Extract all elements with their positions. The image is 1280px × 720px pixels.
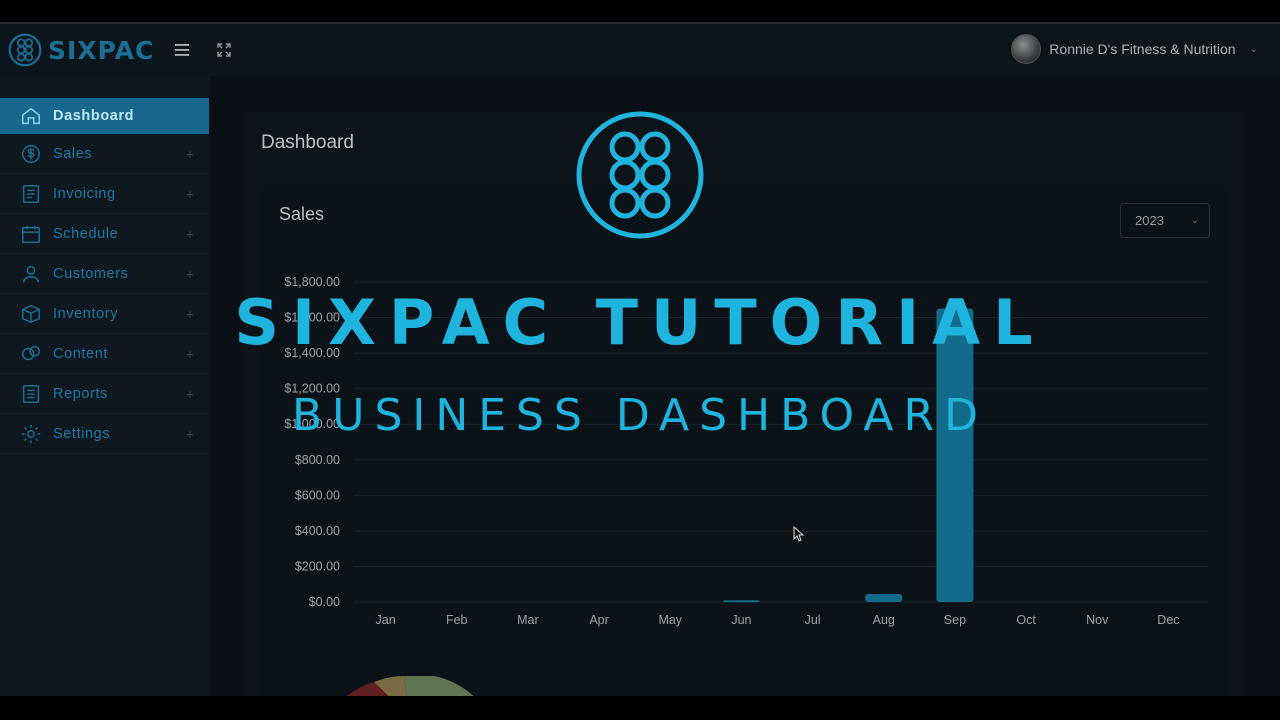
sidebar-item-content[interactable]: Content + bbox=[0, 334, 209, 374]
expand-icon[interactable] bbox=[214, 40, 234, 60]
sidebar-item-invoicing[interactable]: Invoicing + bbox=[0, 174, 209, 214]
y-tick-label: $200.00 bbox=[295, 559, 340, 573]
expand-plus-icon[interactable]: + bbox=[186, 306, 194, 322]
x-tick-label: Feb bbox=[446, 613, 468, 627]
report-icon bbox=[22, 384, 40, 403]
page-title: Dashboard bbox=[261, 132, 354, 153]
y-tick-label: $1,600.00 bbox=[284, 311, 340, 325]
chevron-down-icon: ⌄ bbox=[1249, 43, 1258, 55]
x-tick-label: Jun bbox=[731, 613, 751, 627]
invoice-icon bbox=[22, 184, 40, 203]
x-tick-label: Sep bbox=[944, 613, 966, 627]
brand-name: SIXPAC bbox=[48, 35, 155, 65]
x-tick-label: Nov bbox=[1086, 613, 1109, 627]
sidebar-item-inventory[interactable]: Inventory + bbox=[0, 294, 209, 334]
y-tick-label: $600.00 bbox=[295, 488, 340, 502]
x-tick-label: Oct bbox=[1016, 613, 1036, 627]
x-tick-label: Apr bbox=[589, 613, 608, 627]
home-icon bbox=[22, 107, 40, 125]
expand-plus-icon[interactable]: + bbox=[186, 386, 194, 402]
app-window: SIXPAC Ronnie D's Fitness & Nutrition ⌄ … bbox=[0, 22, 1280, 696]
sidebar-item-label: Settings bbox=[53, 425, 111, 442]
calendar-icon bbox=[22, 225, 40, 243]
sidebar-item-label: Content bbox=[53, 345, 108, 362]
pie-chart-partial bbox=[347, 676, 474, 696]
sixpac-logo-icon bbox=[8, 33, 42, 67]
sales-panel: Sales 2023 ⌄ $0.00 $200.00 $400.00 $600.00 $… bbox=[260, 186, 1228, 696]
user-menu[interactable]: Ronnie D's Fitness & Nutrition ⌄ bbox=[1011, 34, 1258, 64]
expand-plus-icon[interactable]: + bbox=[186, 346, 194, 362]
sidebar-item-label: Sales bbox=[53, 145, 93, 162]
main-content: Dashboard Sales 2023 ⌄ $0.00 $200.00 $400.… bbox=[209, 76, 1280, 696]
x-tick-label: Jan bbox=[376, 613, 396, 627]
y-tick-label: $1,400.00 bbox=[284, 346, 340, 360]
sidebar-item-schedule[interactable]: Schedule + bbox=[0, 214, 209, 254]
bar-jun[interactable] bbox=[722, 600, 760, 603]
user-icon bbox=[22, 265, 40, 282]
y-tick-label: $0.00 bbox=[309, 595, 340, 609]
x-tick-label: May bbox=[658, 613, 682, 627]
avatar bbox=[1011, 34, 1042, 64]
content-icon bbox=[22, 345, 40, 360]
sidebar-item-settings[interactable]: Settings + bbox=[0, 414, 209, 454]
sidebar-item-label: Invoicing bbox=[53, 185, 116, 202]
sidebar-item-label: Dashboard bbox=[53, 108, 135, 124]
expand-plus-icon[interactable]: + bbox=[186, 226, 194, 242]
y-tick-label: $1,800.00 bbox=[284, 275, 340, 289]
user-name: Ronnie D's Fitness & Nutrition bbox=[1049, 41, 1236, 57]
dollar-icon bbox=[22, 144, 40, 163]
sidebar-item-label: Schedule bbox=[53, 225, 119, 242]
x-tick-label: Jul bbox=[805, 613, 821, 627]
x-tick-label: Aug bbox=[873, 613, 895, 627]
y-tick-label: $400.00 bbox=[295, 524, 340, 538]
expand-plus-icon[interactable]: + bbox=[186, 266, 194, 282]
expand-plus-icon[interactable]: + bbox=[186, 186, 194, 202]
gear-icon bbox=[21, 424, 41, 443]
y-tick-label: $800.00 bbox=[295, 453, 340, 467]
expand-plus-icon[interactable]: + bbox=[186, 426, 194, 442]
sales-bar-chart: $0.00 $200.00 $400.00 $600.00 $800.00 $1,000.… bbox=[284, 275, 1208, 627]
hamburger-icon[interactable] bbox=[172, 40, 192, 60]
sidebar-item-sales[interactable]: Sales + bbox=[0, 134, 209, 174]
sidebar-item-label: Reports bbox=[53, 385, 108, 402]
bar-sep[interactable] bbox=[936, 308, 974, 602]
sidebar-item-label: Customers bbox=[53, 265, 129, 282]
sidebar-item-label: Inventory bbox=[53, 305, 119, 322]
dashboard-card: Dashboard Sales 2023 ⌄ $0.00 $200.00 $400.… bbox=[244, 112, 1244, 696]
x-tick-label: Mar bbox=[517, 613, 539, 627]
top-header: SIXPAC Ronnie D's Fitness & Nutrition ⌄ bbox=[0, 24, 1280, 76]
y-tick-label: $1,200.00 bbox=[284, 382, 340, 396]
sidebar-item-reports[interactable]: Reports + bbox=[0, 374, 209, 414]
y-tick-label: $1,000.00 bbox=[284, 417, 340, 431]
sidebar: Dashboard Sales + Invoicing + Schedule +… bbox=[0, 76, 209, 696]
sidebar-item-customers[interactable]: Customers + bbox=[0, 254, 209, 294]
box-icon bbox=[22, 304, 40, 323]
x-tick-label: Dec bbox=[1157, 613, 1179, 627]
expand-plus-icon[interactable]: + bbox=[186, 146, 194, 162]
brand[interactable]: SIXPAC bbox=[0, 33, 160, 67]
bar-aug[interactable] bbox=[865, 594, 903, 602]
sidebar-item-dashboard[interactable]: Dashboard bbox=[0, 98, 209, 134]
